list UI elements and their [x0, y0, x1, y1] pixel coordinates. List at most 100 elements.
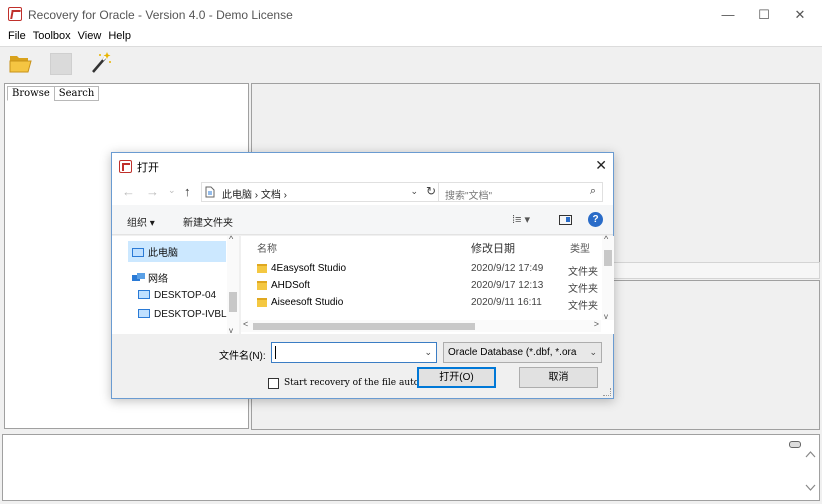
nav-pane-scrollbar[interactable]: ^ v: [227, 234, 239, 335]
maximize-button[interactable]: ☐: [746, 4, 782, 26]
scroll-up-icon[interactable]: ^: [229, 234, 233, 244]
column-header-name[interactable]: 名称: [257, 240, 277, 255]
grip-icon[interactable]: [789, 441, 801, 448]
file-list-vscrollbar[interactable]: ^ v: [602, 234, 614, 321]
log-panel[interactable]: [2, 434, 820, 501]
file-name: AHDSoft: [271, 280, 310, 291]
nav-item-network[interactable]: 网络: [132, 270, 168, 285]
magic-wand-icon[interactable]: [90, 51, 112, 75]
panel-tabs: Browse Search: [7, 85, 100, 101]
window-title: Recovery for Oracle - Version 4.0 - Demo…: [28, 8, 293, 22]
log-scrollbar[interactable]: [802, 435, 819, 500]
filename-label: 文件名(N):: [219, 351, 266, 362]
recent-locations-icon[interactable]: ⌄: [168, 185, 176, 196]
search-placeholder: 搜索"文档": [445, 191, 493, 202]
new-folder-button[interactable]: 新建文件夹: [183, 214, 233, 229]
auto-recovery-label: Start recovery of the file automa: [284, 378, 434, 388]
open-file-dialog: 打开 ✕ ← → ⌄ ↑ 此电脑 › 文档 › ⌄ ↻ 搜索"文档" ⌕ 组织 …: [111, 152, 614, 399]
scroll-down-icon[interactable]: v: [229, 326, 233, 335]
scroll-right-icon[interactable]: >: [594, 319, 599, 329]
network-icon: [132, 273, 145, 283]
navigation-pane[interactable]: 此电脑 网络 DESKTOP-04 DESKTOP-IVBL ^ v: [112, 234, 239, 335]
up-arrow-icon[interactable]: ↑: [184, 184, 191, 199]
nav-item-label: DESKTOP-04: [154, 290, 217, 301]
resize-grip[interactable]: [603, 388, 611, 396]
scroll-thumb[interactable]: [253, 323, 475, 330]
minimize-button[interactable]: —: [710, 4, 746, 26]
file-type: 文件夹: [568, 267, 598, 278]
app-logo-icon: [119, 160, 132, 173]
back-arrow-icon[interactable]: ←: [122, 184, 135, 199]
scroll-left-icon[interactable]: <: [243, 319, 248, 329]
menu-view[interactable]: View: [74, 29, 105, 43]
toolbar: [0, 46, 822, 82]
column-header-date[interactable]: 修改日期: [471, 240, 515, 256]
filename-input[interactable]: ⌄: [271, 342, 437, 363]
computer-icon: [138, 290, 150, 299]
organize-button[interactable]: 组织 ▾: [127, 214, 155, 229]
folder-icon: [257, 281, 267, 290]
app-logo-icon: [8, 7, 22, 21]
menu-help[interactable]: Help: [104, 29, 134, 43]
command-bar: 组织 ▾ 新建文件夹 ⁞≡ ▾ ?: [112, 205, 613, 235]
tab-browse[interactable]: Browse: [7, 86, 55, 101]
nav-item-desktop-ivbl[interactable]: DESKTOP-IVBL: [138, 309, 227, 320]
file-date: 2020/9/11 16:11: [471, 297, 542, 308]
save-icon[interactable]: [50, 53, 72, 75]
chevron-down-icon[interactable]: ⌄: [424, 347, 432, 358]
scroll-thumb[interactable]: [604, 250, 612, 266]
text-caret: [275, 346, 276, 359]
column-header-type[interactable]: 类型: [570, 240, 590, 255]
file-row[interactable]: AHDSoft 2020/9/17 12:13 文件夹: [257, 279, 598, 295]
nav-item-label: 此电脑: [148, 248, 178, 259]
nav-item-desktop-04[interactable]: DESKTOP-04: [138, 290, 216, 301]
open-button[interactable]: 打开(O): [417, 367, 496, 388]
scroll-thumb[interactable]: [229, 292, 237, 312]
address-path: 此电脑 › 文档 ›: [222, 190, 287, 201]
nav-item-label: 网络: [148, 274, 168, 285]
tab-search[interactable]: Search: [53, 86, 100, 101]
file-type-filter-value: Oracle Database (*.dbf, *.ora: [448, 347, 577, 358]
computer-icon: [138, 309, 150, 318]
menu-bar: File Toolbox View Help: [0, 28, 822, 46]
menu-file[interactable]: File: [4, 29, 29, 43]
view-options-icon[interactable]: ⁞≡ ▾: [512, 213, 530, 226]
file-date: 2020/9/17 12:13: [471, 280, 544, 291]
search-icon[interactable]: ⌕: [590, 185, 596, 198]
refresh-icon[interactable]: ↻: [426, 184, 436, 198]
close-button[interactable]: ✕: [782, 4, 818, 26]
dialog-title: 打开: [137, 162, 159, 174]
file-type-filter[interactable]: Oracle Database (*.dbf, *.ora ⌄: [443, 342, 602, 363]
scroll-down-icon[interactable]: v: [604, 312, 608, 321]
computer-icon: [132, 248, 144, 257]
file-row[interactable]: 4Easysoft Studio 2020/9/12 17:49 文件夹: [257, 262, 598, 278]
chevron-down-icon[interactable]: ⌄: [589, 347, 597, 358]
menu-toolbox[interactable]: Toolbox: [29, 29, 74, 43]
search-input[interactable]: 搜索"文档" ⌕: [438, 182, 603, 202]
preview-pane-icon[interactable]: [559, 215, 572, 225]
file-date: 2020/9/12 17:49: [471, 263, 544, 274]
file-name: Aiseesoft Studio: [271, 297, 344, 308]
nav-item-label: DESKTOP-IVBL: [154, 309, 227, 320]
folder-icon: [257, 298, 267, 307]
document-icon: [205, 186, 215, 198]
address-bar[interactable]: 此电脑 › 文档 › ⌄ ↻: [201, 182, 441, 202]
help-icon[interactable]: ?: [588, 212, 603, 227]
file-name: 4Easysoft Studio: [271, 263, 347, 274]
address-dropdown-icon[interactable]: ⌄: [410, 186, 418, 197]
forward-arrow-icon[interactable]: →: [146, 184, 159, 199]
cancel-button[interactable]: 取消: [519, 367, 598, 388]
scroll-up-icon[interactable]: ^: [604, 234, 608, 244]
title-bar: Recovery for Oracle - Version 4.0 - Demo…: [0, 0, 822, 30]
nav-item-this-pc[interactable]: 此电脑: [128, 241, 226, 262]
file-row[interactable]: Aiseesoft Studio 2020/9/11 16:11 文件夹: [257, 296, 598, 312]
file-list-hscrollbar[interactable]: < >: [241, 319, 601, 332]
dialog-close-button[interactable]: ✕: [595, 157, 607, 174]
dialog-title-bar: 打开 ✕: [112, 153, 613, 179]
scroll-arrows-icon[interactable]: [802, 435, 819, 502]
file-type: 文件夹: [568, 284, 598, 295]
folder-icon: [257, 264, 267, 273]
auto-recovery-checkbox[interactable]: [268, 378, 279, 389]
file-list[interactable]: 名称 修改日期 类型 4Easysoft Studio 2020/9/12 17…: [241, 234, 614, 334]
folder-open-icon[interactable]: [9, 53, 33, 73]
